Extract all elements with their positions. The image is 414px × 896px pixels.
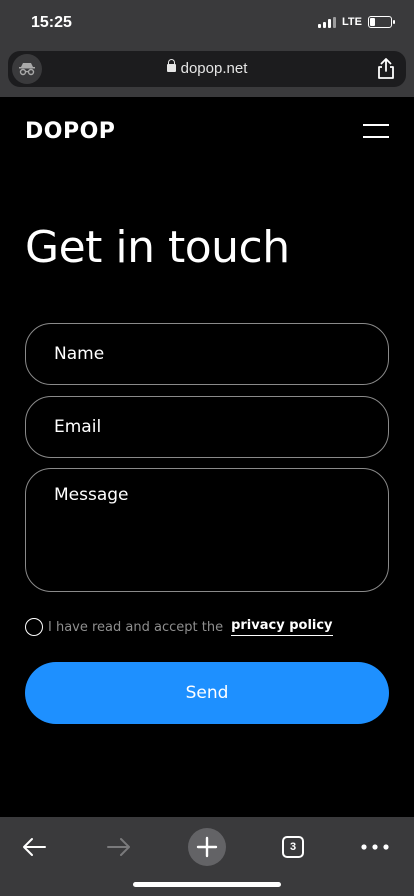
url-text-wrap[interactable]: dopop.net: [8, 59, 406, 77]
status-indicators: LTE: [318, 16, 395, 28]
page-title: Get in touch: [25, 222, 290, 273]
send-button[interactable]: Send: [25, 662, 389, 724]
address-bar[interactable]: dopop.net: [8, 51, 406, 87]
network-label: LTE: [342, 16, 362, 28]
tabs-icon[interactable]: 3: [273, 825, 313, 869]
email-input[interactable]: [25, 396, 389, 458]
tabs-count[interactable]: 3: [282, 836, 304, 858]
privacy-consent: I have read and accept the privacy polic…: [25, 618, 333, 636]
share-icon[interactable]: [376, 58, 396, 80]
consent-checkbox[interactable]: [25, 618, 43, 636]
privacy-policy-link[interactable]: privacy policy: [231, 618, 333, 636]
back-icon[interactable]: [14, 825, 54, 869]
home-indicator: [133, 882, 281, 887]
new-tab-icon[interactable]: [187, 825, 227, 869]
status-time: 15:25: [31, 14, 72, 31]
signal-icon: [318, 16, 337, 28]
battery-icon: [368, 16, 395, 28]
name-input[interactable]: [25, 323, 389, 385]
url-text[interactable]: dopop.net: [181, 60, 248, 77]
more-icon[interactable]: [355, 825, 395, 869]
site-logo[interactable]: DOPOP: [25, 119, 115, 144]
lock-icon: [166, 59, 176, 72]
forward-icon[interactable]: [99, 825, 139, 869]
consent-text: I have read and accept the: [48, 619, 224, 635]
browser-chrome-top: 15:25 LTE dopop.net: [0, 0, 414, 97]
battery-level: [370, 18, 375, 26]
menu-icon[interactable]: [363, 124, 389, 138]
message-input[interactable]: [25, 468, 389, 592]
